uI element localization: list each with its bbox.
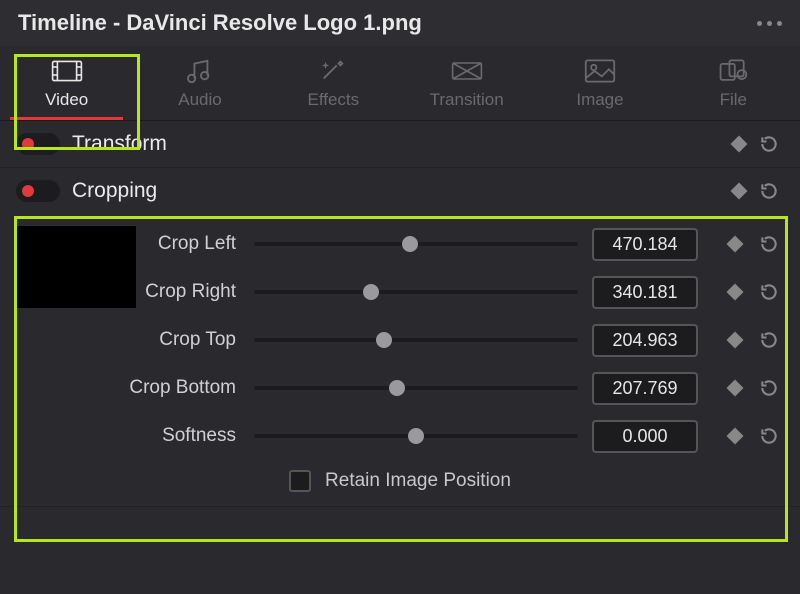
softness-reset-button[interactable] [754,421,784,451]
crop_bottom-keyframe-button[interactable] [720,373,750,403]
cropping-keyframe-button[interactable] [724,176,754,206]
cropping-reset-button[interactable] [754,176,784,206]
crop_top-label: Crop Top [16,329,240,351]
softness-label: Softness [16,425,240,447]
crop_top-keyframe-button[interactable] [720,325,750,355]
more-button[interactable] [757,21,782,26]
retain-image-position-checkbox[interactable] [289,470,311,492]
tab-audio-label: Audio [178,90,221,110]
section-cropping: Cropping Crop Left470.184Crop Right340.1… [0,168,800,507]
section-transform: Transform [0,121,800,168]
retain-image-position-label: Retain Image Position [325,470,511,492]
crop_bottom-slider[interactable] [254,378,578,398]
transform-reset-button[interactable] [754,129,784,159]
audio-icon [184,58,216,84]
file-icon [717,58,749,84]
crop_right-value[interactable]: 340.181 [592,276,698,309]
softness-slider[interactable] [254,426,578,446]
crop_bottom-label: Crop Bottom [16,377,240,399]
effects-icon [317,58,349,84]
tab-transition-label: Transition [430,90,504,110]
crop_right-keyframe-button[interactable] [720,277,750,307]
softness-keyframe-button[interactable] [720,421,750,451]
tab-transition[interactable]: Transition [400,46,533,120]
crop_bottom-reset-button[interactable] [754,373,784,403]
transform-toggle[interactable] [16,133,60,155]
tab-image[interactable]: Image [533,46,666,120]
param-row-crop_top: Crop Top 204.963 [16,316,784,364]
cropping-toggle[interactable] [16,180,60,202]
crop_top-value[interactable]: 204.963 [592,324,698,357]
crop_right-reset-button[interactable] [754,277,784,307]
param-row-crop_bottom: Crop Bottom 207.769 [16,364,784,412]
crop_left-keyframe-button[interactable] [720,229,750,259]
tab-video-label: Video [45,90,88,110]
tab-audio[interactable]: Audio [133,46,266,120]
softness-value[interactable]: 0.000 [592,420,698,453]
crop_top-slider[interactable] [254,330,578,350]
transform-title: Transform [72,132,724,156]
transition-icon [451,58,483,84]
crop_left-reset-button[interactable] [754,229,784,259]
crop_bottom-value[interactable]: 207.769 [592,372,698,405]
crop_left-slider[interactable] [254,234,578,254]
video-icon [51,58,83,84]
tab-effects[interactable]: Effects [267,46,400,120]
tab-effects-label: Effects [307,90,359,110]
tab-video[interactable]: Video [0,46,133,120]
tab-file-label: File [720,90,747,110]
cropping-title: Cropping [72,179,724,203]
cropping-params: Crop Left470.184Crop Right340.181Crop To… [0,214,800,506]
tab-file[interactable]: File [667,46,800,120]
transform-keyframe-button[interactable] [724,129,754,159]
crop_left-value[interactable]: 470.184 [592,228,698,261]
image-icon [584,58,616,84]
crop_top-reset-button[interactable] [754,325,784,355]
tab-image-label: Image [576,90,623,110]
param-row-softness: Softness 0.000 [16,412,784,460]
tabs: Video Audio Effects Transition Image Fil… [0,46,800,121]
redacted-area [16,226,136,308]
panel-title: Timeline - DaVinci Resolve Logo 1.png [18,10,422,36]
panel-header: Timeline - DaVinci Resolve Logo 1.png [0,0,800,46]
crop_right-slider[interactable] [254,282,578,302]
